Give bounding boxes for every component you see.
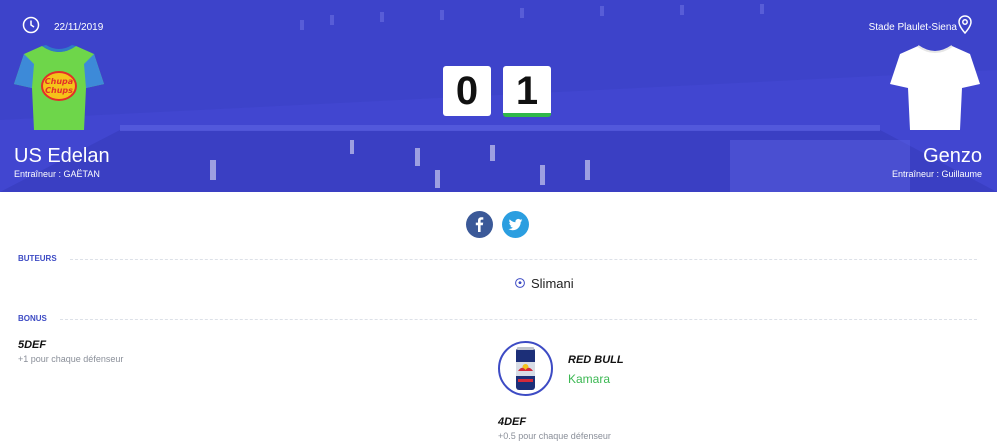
twitter-icon — [508, 218, 523, 231]
home-bonus-desc: +1 pour chaque défenseur — [18, 354, 124, 364]
home-team-name[interactable]: US Edelan — [14, 145, 110, 168]
facebook-icon — [475, 217, 484, 232]
svg-text:Chups: Chups — [45, 86, 73, 95]
red-bull-bonus-player[interactable]: Kamara — [568, 372, 610, 386]
scorers-divider — [70, 259, 977, 260]
location-pin-icon — [958, 15, 972, 35]
away-bonus-name: 4DEF — [498, 416, 527, 428]
home-bonus-name: 5DEF — [18, 339, 47, 351]
red-bull-bonus-name: RED BULL — [568, 354, 624, 366]
stadium-background — [0, 0, 997, 192]
twitter-share-button[interactable] — [502, 211, 529, 238]
away-team-name[interactable]: Genzo — [923, 145, 982, 168]
match-date: 22/11/2019 — [54, 22, 104, 33]
away-bonus-desc: +0.5 pour chaque défenseur — [498, 431, 611, 441]
home-jersey-icon[interactable]: Chupa Chups — [14, 44, 104, 132]
home-score: 0 — [443, 66, 491, 116]
football-icon — [515, 278, 525, 288]
red-bull-badge — [498, 341, 553, 396]
scorers-section-label: BUTEURS — [18, 254, 57, 263]
facebook-share-button[interactable] — [466, 211, 493, 238]
away-jersey-icon[interactable] — [890, 44, 980, 132]
svg-text:Chupa: Chupa — [45, 77, 73, 86]
chupa-chups-logo: Chupa Chups — [41, 71, 77, 101]
stadium-name: Stade Plaulet-Siena — [868, 22, 957, 33]
clock-icon — [22, 16, 40, 34]
away-score: 1 — [503, 66, 551, 117]
scorer-name: Slimani — [531, 276, 574, 291]
bonus-section-label: BONUS — [18, 314, 47, 323]
bonus-divider — [60, 319, 977, 320]
red-bull-can-icon — [516, 347, 535, 390]
home-coach: Entraîneur : GAËTAN — [14, 169, 100, 179]
match-header: 22/11/2019 Stade Plaulet-Siena Chupa Chu… — [0, 0, 997, 192]
away-coach: Entraîneur : Guillaume — [891, 169, 982, 179]
